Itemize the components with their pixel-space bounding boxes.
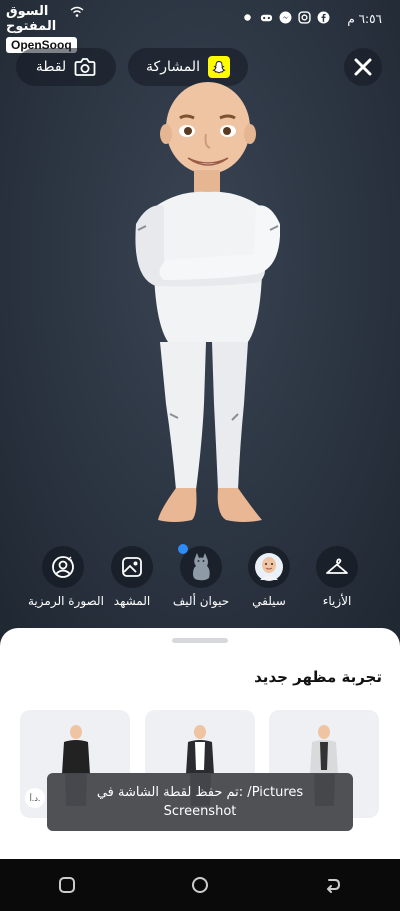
- category-avatar[interactable]: الصورة الرمزية: [28, 546, 104, 608]
- toast-line-1: تم حفظ لقطة الشاشة في: /Pictures: [96, 785, 304, 800]
- selfie-avatar-icon: [255, 553, 283, 581]
- scene-image-icon: [122, 557, 142, 577]
- back-icon[interactable]: [323, 875, 343, 895]
- share-label: المشاركة: [146, 59, 200, 75]
- facebook-icon: [317, 11, 330, 24]
- messenger-icon: [279, 11, 292, 24]
- category-pet[interactable]: حيوان أليف: [166, 544, 236, 608]
- instagram-icon: [298, 11, 311, 24]
- system-nav-bar: [0, 859, 400, 911]
- home-icon[interactable]: [190, 875, 210, 895]
- notification-icons: [241, 11, 330, 24]
- recent-apps-icon[interactable]: [57, 875, 77, 895]
- status-time: ٦:٥٦ م: [347, 12, 382, 26]
- snapshot-label: لقطة: [35, 59, 67, 75]
- category-scene[interactable]: المشهد: [97, 546, 167, 608]
- category-fashion[interactable]: الأزياء: [302, 546, 372, 608]
- snapshot-button[interactable]: لقطة: [16, 48, 116, 86]
- camera-icon: [74, 58, 96, 76]
- game-controller-icon: [260, 14, 273, 22]
- avatar-person-icon: [52, 556, 74, 578]
- category-scene-label: المشهد: [113, 594, 151, 608]
- sheet-drag-handle[interactable]: [172, 638, 228, 643]
- pet-cat-icon: [193, 553, 210, 581]
- wifi-icon: [70, 6, 84, 17]
- dot-icon: [244, 14, 251, 21]
- screenshot-toast: تم حفظ لقطة الشاشة في: /Pictures Screens…: [47, 773, 353, 831]
- category-avatar-label: الصورة الرمزية: [28, 594, 104, 608]
- close-button[interactable]: [344, 48, 382, 86]
- bitmoji-avatar[interactable]: [120, 74, 280, 544]
- status-bar: السوق المفتوح OpenSooq ٦:٥٦ م: [0, 0, 400, 53]
- card-badge: د.أ.: [25, 788, 45, 808]
- avatar-stage[interactable]: السوق المفتوح OpenSooq ٦:٥٦ م لقطة المشا…: [0, 0, 400, 640]
- category-pet-label: حيوان أليف: [172, 594, 230, 608]
- category-selfie[interactable]: سيلفي: [234, 546, 304, 608]
- hanger-icon: [326, 558, 348, 574]
- new-indicator-dot: [178, 544, 188, 554]
- toast-line-2: Screenshot: [163, 804, 237, 819]
- close-icon: [354, 58, 372, 76]
- category-fashion-label: الأزياء: [322, 594, 352, 608]
- sheet-title: تجربة مظهر جديد: [254, 668, 382, 686]
- category-selfie-label: سيلفي: [252, 594, 286, 608]
